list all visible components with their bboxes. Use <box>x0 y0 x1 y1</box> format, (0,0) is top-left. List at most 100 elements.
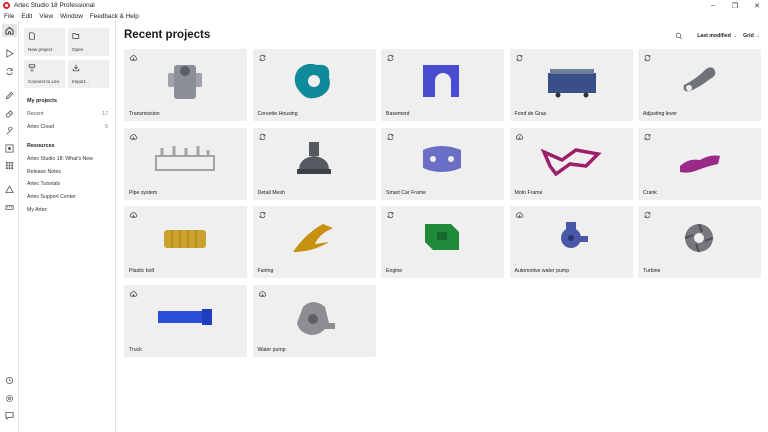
resource-label: Release Notes <box>27 169 62 175</box>
import-icon <box>72 64 80 72</box>
refresh-scan-icon[interactable] <box>4 66 15 77</box>
recent-projects-item[interactable]: Recent 17 <box>27 111 108 117</box>
project-card[interactable]: Basement <box>381 49 504 121</box>
project-card[interactable]: Pipe system <box>124 127 247 200</box>
project-thumbnail <box>560 222 588 248</box>
resource-label: Artec Studio 18: What's New <box>27 156 93 162</box>
project-card[interactable]: Detail Mesh <box>252 127 376 200</box>
resource-link-release-notes[interactable]: Release Notes <box>27 169 108 175</box>
project-card[interactable]: Turbine <box>638 206 761 278</box>
project-name: Corvette Housing <box>257 111 298 117</box>
settings-icon[interactable] <box>4 393 15 404</box>
project-name: Engine <box>386 268 403 274</box>
project-thumbnail <box>684 223 714 253</box>
project-name: Pipe system <box>129 189 158 196</box>
project-thumbnail <box>296 301 335 335</box>
project-name: Water pump <box>257 346 286 353</box>
search-icon[interactable] <box>675 32 683 40</box>
menu-feedback-help[interactable]: Feedback & Help <box>90 13 139 20</box>
project-name: Turbine <box>643 268 661 274</box>
scanner-icon <box>28 64 36 72</box>
project-thumbnail <box>292 224 333 252</box>
project-card[interactable]: Truck <box>124 284 247 357</box>
resource-link-support-center[interactable]: Artec Support Center <box>27 194 108 200</box>
project-thumbnail <box>168 65 202 99</box>
view-dropdown[interactable]: Grid ⌄ <box>743 33 760 39</box>
project-thumbnail <box>155 145 215 171</box>
new-project-button[interactable]: New project <box>24 28 65 56</box>
project-card[interactable]: Fairing <box>252 206 376 278</box>
project-card[interactable]: Transmission <box>124 49 247 121</box>
project-card[interactable]: Water pump <box>252 284 376 357</box>
view-label: Grid <box>743 32 754 39</box>
resource-link-my-artec[interactable]: My Artec <box>27 207 108 213</box>
title-bar: Artec Studio 18 Professional – ❐ ✕ <box>0 0 768 11</box>
project-thumbnail <box>423 65 459 97</box>
resource-label: Artec Support Center <box>27 194 76 200</box>
new-project-label: New project <box>28 47 53 52</box>
project-name: Detail Mesh <box>257 189 285 196</box>
home-icon[interactable] <box>2 24 17 37</box>
chevron-down-icon: ⌄ <box>755 32 760 39</box>
menu-view[interactable]: View <box>39 13 53 20</box>
project-thumbnail <box>294 63 330 99</box>
project-thumbnail <box>683 67 716 92</box>
sort-dropdown[interactable]: Last modified ⌄ <box>697 33 737 39</box>
resource-label: Artec Tutorials <box>27 181 61 187</box>
project-name: Adjusting lever <box>643 111 678 117</box>
history-icon[interactable] <box>4 375 15 386</box>
project-card[interactable]: Plastic bolt <box>124 206 247 278</box>
play-icon[interactable] <box>4 48 15 59</box>
eraser-icon[interactable] <box>4 108 15 119</box>
minimize-button[interactable]: – <box>702 0 724 11</box>
ruler-icon[interactable] <box>4 202 15 213</box>
artec-logo-icon <box>3 2 10 9</box>
close-button[interactable]: ✕ <box>746 0 768 11</box>
project-thumbnail <box>423 145 461 172</box>
target-icon[interactable] <box>4 143 15 154</box>
artec-cloud-item[interactable]: Artec Cloud 5 <box>27 124 108 130</box>
chat-icon[interactable] <box>4 410 15 421</box>
menu-edit[interactable]: Edit <box>21 13 32 20</box>
tools-icon[interactable] <box>4 126 15 137</box>
chevron-down-icon: ⌄ <box>732 32 738 39</box>
triangle-measure-icon[interactable] <box>4 184 15 195</box>
project-thumbnail <box>547 69 596 98</box>
project-name: Fairing <box>257 268 274 274</box>
open-button[interactable]: Open <box>68 28 109 56</box>
pencil-icon[interactable] <box>4 90 15 101</box>
cloud-count: 5 <box>105 124 108 130</box>
open-label: Open <box>72 47 84 52</box>
project-card[interactable]: Engine <box>381 206 504 278</box>
projects-toolbar: Last modified ⌄ Grid ⌄ <box>675 31 760 40</box>
my-projects-title: My projects <box>27 98 57 104</box>
project-name: Moto Frame <box>514 189 543 196</box>
folder-open-icon <box>72 33 80 39</box>
maximize-button[interactable]: ❐ <box>724 0 746 11</box>
project-thumbnail <box>164 230 206 248</box>
resource-link-whats-new[interactable]: Artec Studio 18: What's New <box>27 156 108 162</box>
window-controls: – ❐ ✕ <box>702 0 768 11</box>
import-button[interactable]: Import... <box>68 60 109 88</box>
project-card[interactable]: Smart Car Frame <box>381 127 504 200</box>
project-name: Truck <box>129 346 142 353</box>
resource-link-tutorials[interactable]: Artec Tutorials <box>27 181 108 187</box>
project-card[interactable]: Adjusting lever <box>638 49 761 121</box>
project-card[interactable]: Automotive water pump <box>509 206 633 278</box>
import-label: Import... <box>72 79 89 84</box>
menu-file[interactable]: File <box>4 13 14 20</box>
project-name: Basement <box>386 111 410 117</box>
project-card[interactable]: Corvette Housing <box>252 49 376 121</box>
project-name: Plastic bolt <box>129 268 155 274</box>
project-name: Smart Car Frame <box>386 189 427 196</box>
grid-icon[interactable] <box>4 160 15 171</box>
project-card[interactable]: Fond de Gras <box>509 49 633 121</box>
project-name: Fond de Gras <box>514 111 547 117</box>
project-thumbnail <box>540 147 602 176</box>
side-panel: New project Open Connect to Leo Import..… <box>19 21 116 432</box>
menu-window[interactable]: Window <box>60 13 83 20</box>
connect-to-leo-button[interactable]: Connect to Leo <box>24 60 65 88</box>
project-card[interactable]: Crank <box>638 127 761 200</box>
sort-label: Last modified <box>697 32 731 39</box>
project-card[interactable]: Moto Frame <box>509 127 633 200</box>
